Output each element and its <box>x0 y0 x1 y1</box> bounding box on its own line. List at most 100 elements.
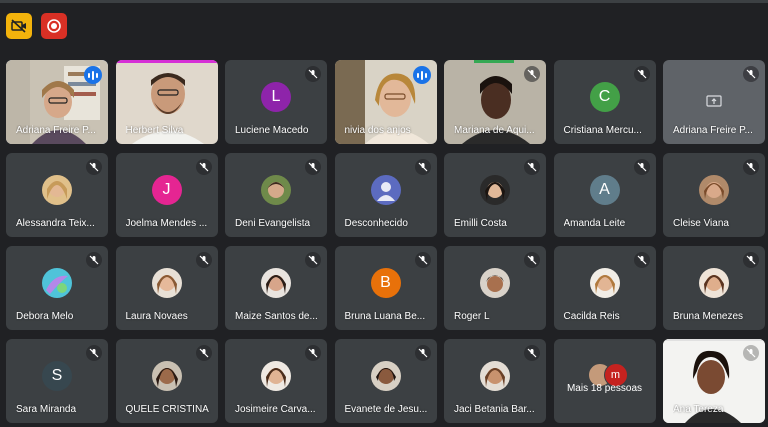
avatar: J <box>151 174 182 205</box>
top-border <box>0 0 768 3</box>
avatar <box>151 360 182 391</box>
participant-tile[interactable]: nivia dos anjos <box>334 60 437 144</box>
mic-off-icon <box>743 345 759 361</box>
participant-name: Ana Tereza <box>673 404 724 415</box>
presentation-icon <box>706 95 722 107</box>
avatar <box>261 267 291 298</box>
mic-off-icon <box>86 159 102 175</box>
mic-off-icon <box>195 345 212 361</box>
participant-tile[interactable]: Alessandra Teix... <box>6 153 108 237</box>
participant-name: Maize Santos de... <box>235 311 318 322</box>
avatar <box>480 360 510 391</box>
avatar <box>699 174 729 205</box>
participant-name: Laura Novaes <box>125 311 188 322</box>
mic-off-icon <box>195 159 212 175</box>
participant-tile[interactable]: L Luciene Macedo <box>225 60 327 144</box>
mic-off-icon <box>633 159 650 175</box>
mic-off-icon <box>524 159 540 175</box>
camera-off-button[interactable] <box>6 13 32 39</box>
mic-off-icon <box>743 159 759 175</box>
participant-name: Evanete de Jesu... <box>344 404 428 415</box>
participant-tile[interactable]: Debora Melo <box>6 246 108 330</box>
participant-name: Jaci Betania Bar... <box>454 404 535 415</box>
avatar <box>261 360 291 391</box>
record-icon <box>47 19 61 33</box>
participant-tile[interactable]: Roger L <box>444 246 546 330</box>
participant-name: Bruna Menezes <box>673 311 744 322</box>
participant-name: Josimeire Carva... <box>235 404 316 415</box>
participant-tile[interactable]: Desconhecido <box>334 153 437 237</box>
participant-tile[interactable]: Adriana Freire P... <box>663 60 765 144</box>
participant-name: nivia dos anjos <box>344 125 411 136</box>
participant-name: Deni Evangelista <box>235 218 311 229</box>
mic-off-icon <box>86 252 102 268</box>
participant-name: Amanda Leite <box>563 218 626 229</box>
mic-off-icon <box>305 252 321 268</box>
participant-tile[interactable]: Evanete de Jesu... <box>334 339 437 423</box>
more-participants-tile[interactable]: m Mais 18 pessoas <box>553 339 656 423</box>
mic-off-icon <box>195 252 212 268</box>
participant-tile[interactable]: Josimeire Carva... <box>225 339 327 423</box>
avatar <box>261 174 291 205</box>
avatar-stack: m <box>587 363 632 387</box>
participant-name: Luciene Macedo <box>235 125 309 136</box>
mic-off-icon <box>86 345 102 361</box>
participant-tile[interactable]: Jaci Betania Bar... <box>444 339 546 423</box>
avatar <box>370 360 401 391</box>
participant-tile[interactable]: S Sara Miranda <box>6 339 108 423</box>
avatar <box>42 174 72 205</box>
avatar: A <box>589 174 620 205</box>
participant-tile[interactable]: Herbert Silva <box>115 60 218 144</box>
participant-tile[interactable]: Deni Evangelista <box>225 153 327 237</box>
participant-name: Alessandra Teix... <box>16 218 95 229</box>
camera-off-icon <box>11 19 26 33</box>
participant-name: Debora Melo <box>16 311 74 322</box>
participant-name: Cacilda Reis <box>563 311 620 322</box>
participant-tile[interactable]: Bruna Menezes <box>663 246 765 330</box>
participant-name: Adriana Freire P... <box>673 125 753 136</box>
participant-grid: Adriana Freire P... Herbert Silva L Luci… <box>6 60 765 423</box>
mic-off-icon <box>305 159 321 175</box>
avatar: C <box>589 81 620 112</box>
mic-off-icon <box>414 252 431 268</box>
participant-tile[interactable]: QUELE CRISTINA <box>115 339 218 423</box>
avatar <box>151 267 182 298</box>
participant-tile[interactable]: J Joelma Mendes ... <box>115 153 218 237</box>
participant-tile[interactable]: Cleise Viana <box>663 153 765 237</box>
avatar <box>480 174 510 205</box>
participant-tile[interactable]: Mariana de Aqui... <box>444 60 546 144</box>
participant-tile[interactable]: Emilli Costa <box>444 153 546 237</box>
mic-off-icon <box>524 345 540 361</box>
participant-tile[interactable]: C Cristiana Mercu... <box>553 60 656 144</box>
record-button[interactable] <box>41 13 67 39</box>
participant-name: Cleise Viana <box>673 218 729 229</box>
mic-off-icon <box>633 66 650 82</box>
participant-name: Emilli Costa <box>454 218 507 229</box>
participant-tile[interactable]: A Amanda Leite <box>553 153 656 237</box>
participant-tile[interactable]: B Bruna Luana Be... <box>334 246 437 330</box>
mic-off-icon <box>305 345 321 361</box>
mic-off-icon <box>524 66 540 82</box>
participant-name: Cristiana Mercu... <box>563 125 642 136</box>
participant-name: Bruna Luana Be... <box>344 311 426 322</box>
avatar <box>589 267 620 298</box>
mic-off-icon <box>524 252 540 268</box>
participant-tile[interactable]: Maize Santos de... <box>225 246 327 330</box>
participant-name: Herbert Silva <box>125 125 184 136</box>
avatar <box>42 267 72 298</box>
speaking-indicator-icon <box>412 66 431 84</box>
mic-off-icon <box>743 252 759 268</box>
self-view-tile[interactable]: Ana Tereza <box>663 339 765 423</box>
participant-tile[interactable]: Cacilda Reis <box>553 246 656 330</box>
mic-off-icon <box>743 66 759 82</box>
participant-name: Joelma Mendes ... <box>125 218 208 229</box>
avatar <box>480 267 510 298</box>
participant-name: QUELE CRISTINA <box>125 404 209 415</box>
participant-tile[interactable]: Adriana Freire P... <box>6 60 108 144</box>
participant-tile[interactable]: Laura Novaes <box>115 246 218 330</box>
participant-name: Desconhecido <box>344 218 408 229</box>
avatar <box>699 267 729 298</box>
participant-name: Mariana de Aqui... <box>454 125 535 136</box>
avatar: L <box>261 81 291 112</box>
avatar: B <box>370 267 401 298</box>
